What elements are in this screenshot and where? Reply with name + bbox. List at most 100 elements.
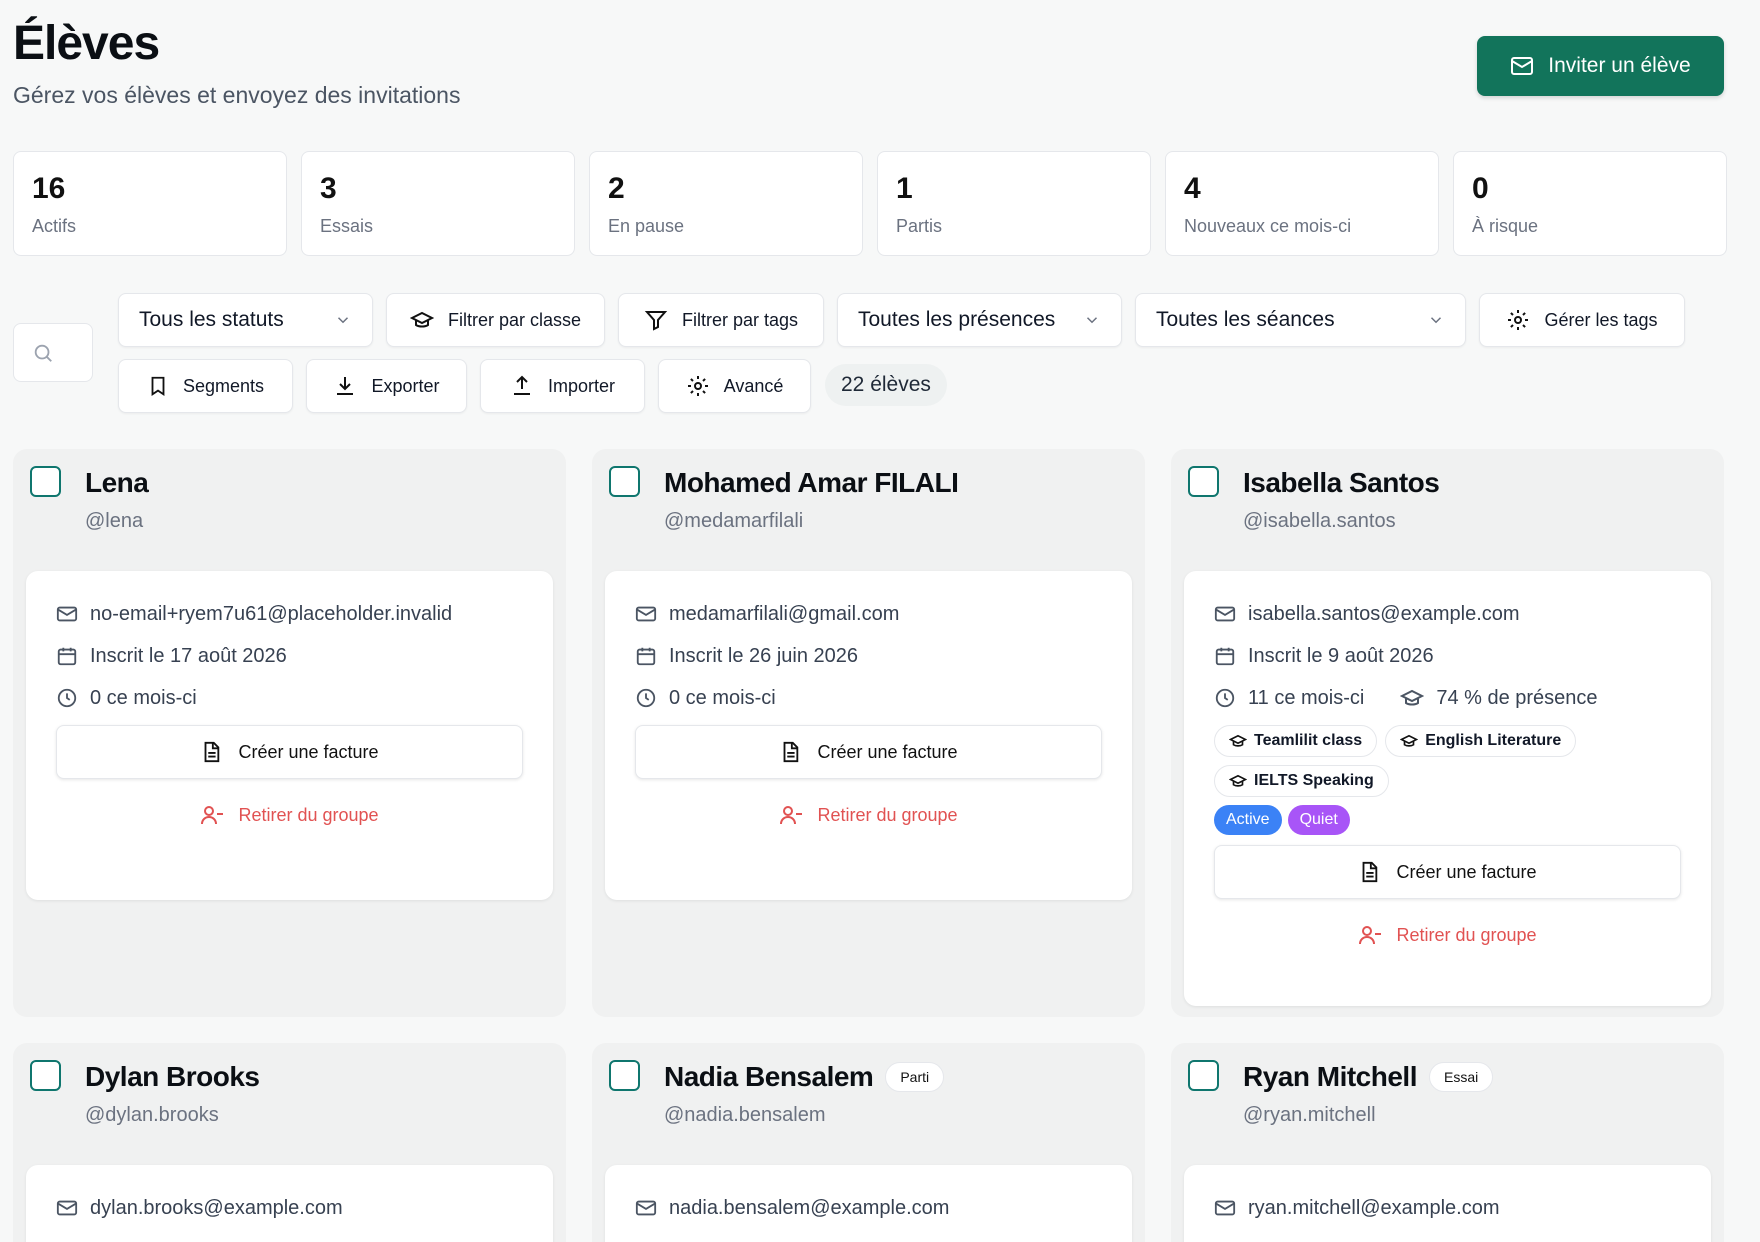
search-input[interactable] — [13, 323, 93, 382]
mail-icon — [56, 1197, 78, 1219]
filter-class-button[interactable]: Filtrer par classe — [386, 293, 605, 347]
remove-from-group-button[interactable]: Retirer du groupe — [56, 795, 523, 835]
stats-row: 16 Actifs 3 Essais 2 En pause 1 Partis 4 Nouv… — [13, 151, 1727, 256]
export-label: Exporter — [371, 375, 440, 396]
stat-new: 4 Nouveaux ce mois-ci — [1165, 151, 1439, 256]
sessions-select[interactable]: Toutes les séances — [1135, 293, 1466, 347]
student-count-badge: 22 élèves — [825, 364, 947, 406]
create-invoice-label: Créer une facture — [817, 741, 958, 762]
stat-value: 16 — [32, 172, 66, 205]
calendar-icon — [56, 645, 78, 667]
presence-select[interactable]: Toutes les présences — [837, 293, 1122, 347]
export-button[interactable]: Exporter — [306, 359, 467, 413]
manage-tags-button[interactable]: Gérer les tags — [1479, 293, 1685, 347]
student-handle: @medamarfilali — [664, 510, 804, 532]
filter-tags-label: Filtrer par tags — [681, 309, 799, 330]
status-badge: Parti — [885, 1062, 945, 1092]
student-name[interactable]: Ryan Mitchell — [1243, 1061, 1417, 1093]
stat-value: 3 — [320, 172, 337, 205]
advanced-button[interactable]: Avancé — [658, 359, 811, 413]
mail-icon — [1214, 1197, 1236, 1219]
email-text: ryan.mitchell@example.com — [1248, 1196, 1500, 1219]
graduation-cap-icon — [1229, 732, 1247, 750]
stat-value: 4 — [1184, 172, 1201, 205]
month-row: 11 ce mois-ci 74 % de présence — [1214, 677, 1681, 719]
graduation-cap-icon — [1400, 732, 1419, 750]
name-row: Ryan Mitchell Essai — [1243, 1061, 1494, 1093]
student-name[interactable]: Mohamed Amar FILALI — [664, 467, 959, 499]
invite-button-label: Inviter un élève — [1548, 54, 1691, 77]
gear-icon — [1506, 308, 1530, 332]
student-handle: @nadia.bensalem — [664, 1104, 826, 1126]
enrolled-text: Inscrit le 9 août 2026 — [1248, 644, 1434, 667]
student-name[interactable]: Dylan Brooks — [85, 1061, 260, 1093]
sessions-select-value: Toutes les séances — [1156, 308, 1335, 331]
student-card: Nadia Bensalem Parti @nadia.bensalem nad… — [592, 1043, 1145, 1242]
remove-from-group-button[interactable]: Retirer du groupe — [635, 795, 1102, 835]
status-select-value: Tous les statuts — [139, 308, 284, 331]
month-row: 0 ce mois-ci — [635, 677, 1102, 719]
segments-button[interactable]: Segments — [118, 359, 293, 413]
remove-from-group-button[interactable]: Retirer du groupe — [1214, 915, 1681, 955]
create-invoice-label: Créer une facture — [1396, 861, 1537, 882]
stat-value: 1 — [896, 172, 913, 205]
student-name[interactable]: Lena — [85, 467, 149, 499]
month-text: 11 ce mois-ci — [1248, 686, 1365, 709]
create-invoice-button[interactable]: Créer une facture — [56, 725, 523, 779]
student-card: Mohamed Amar FILALI @medamarfilali medam… — [592, 449, 1145, 1017]
invite-student-button[interactable]: Inviter un élève — [1477, 36, 1724, 96]
import-button[interactable]: Importer — [480, 359, 645, 413]
chevron-down-icon — [334, 311, 352, 329]
email-row: ryan.mitchell@example.com — [1214, 1187, 1681, 1229]
advanced-label: Avancé — [723, 375, 784, 396]
enrolled-text: Inscrit le 26 juin 2026 — [669, 644, 859, 667]
stat-paused: 2 En pause — [589, 151, 863, 256]
email-row: medamarfilali@gmail.com — [635, 593, 1102, 635]
select-checkbox[interactable] — [1188, 1060, 1219, 1091]
student-name[interactable]: Isabella Santos — [1243, 467, 1440, 499]
select-checkbox[interactable] — [1188, 466, 1219, 497]
stat-label: Partis — [896, 216, 943, 236]
tag-quiet[interactable]: Quiet — [1287, 805, 1350, 835]
user-minus-icon — [1358, 923, 1382, 947]
select-checkbox[interactable] — [609, 1060, 640, 1091]
create-invoice-button[interactable]: Créer une facture — [1214, 845, 1681, 899]
email-row: no-email+ryem7u61@placeholder.invalid — [56, 593, 523, 635]
class-chip-label: IELTS Speaking — [1254, 772, 1374, 789]
filter-tags-button[interactable]: Filtrer par tags — [618, 293, 824, 347]
student-handle: @ryan.mitchell — [1243, 1104, 1376, 1126]
stat-label: Actifs — [32, 216, 77, 236]
select-checkbox[interactable] — [30, 466, 61, 497]
month-text: 0 ce mois-ci — [669, 686, 776, 709]
student-details: ryan.mitchell@example.com — [1184, 1165, 1711, 1242]
select-checkbox[interactable] — [609, 466, 640, 497]
class-chip-label: Teamlilit class — [1254, 732, 1363, 749]
stat-left: 1 Partis — [877, 151, 1151, 256]
filter-class-label: Filtrer par classe — [447, 309, 582, 330]
class-chip[interactable]: English Literature — [1385, 725, 1577, 757]
student-name[interactable]: Nadia Bensalem — [664, 1061, 874, 1093]
page-title: Élèves — [13, 17, 160, 70]
email-row: nadia.bensalem@example.com — [635, 1187, 1102, 1229]
enrolled-row: Inscrit le 26 juin 2026 — [635, 635, 1102, 677]
chevron-down-icon — [1427, 311, 1445, 329]
status-select[interactable]: Tous les statuts — [118, 293, 373, 347]
email-text: no-email+ryem7u61@placeholder.invalid — [90, 602, 453, 625]
class-chip[interactable]: Teamlilit class — [1214, 725, 1378, 757]
class-chips: Teamlilit class English Literature IELTS… — [1214, 725, 1681, 797]
tag-active[interactable]: Active — [1214, 805, 1282, 835]
bookmark-icon — [147, 375, 169, 397]
name-row: Nadia Bensalem Parti — [664, 1061, 945, 1093]
page-subtitle: Gérez vos élèves et envoyez des invitati… — [13, 82, 461, 108]
import-label: Importer — [547, 375, 616, 396]
enrolled-row: Inscrit le 9 août 2026 — [1214, 635, 1681, 677]
mail-icon — [56, 603, 78, 625]
select-checkbox[interactable] — [30, 1060, 61, 1091]
create-invoice-button[interactable]: Créer une facture — [635, 725, 1102, 779]
class-chip[interactable]: IELTS Speaking — [1214, 765, 1389, 797]
graduation-cap-icon — [1229, 772, 1247, 790]
remove-from-group-label: Retirer du groupe — [238, 804, 379, 825]
stat-value: 0 — [1472, 172, 1489, 205]
graduation-cap-icon — [1400, 686, 1425, 710]
tag-list: Active Quiet — [1214, 805, 1681, 835]
